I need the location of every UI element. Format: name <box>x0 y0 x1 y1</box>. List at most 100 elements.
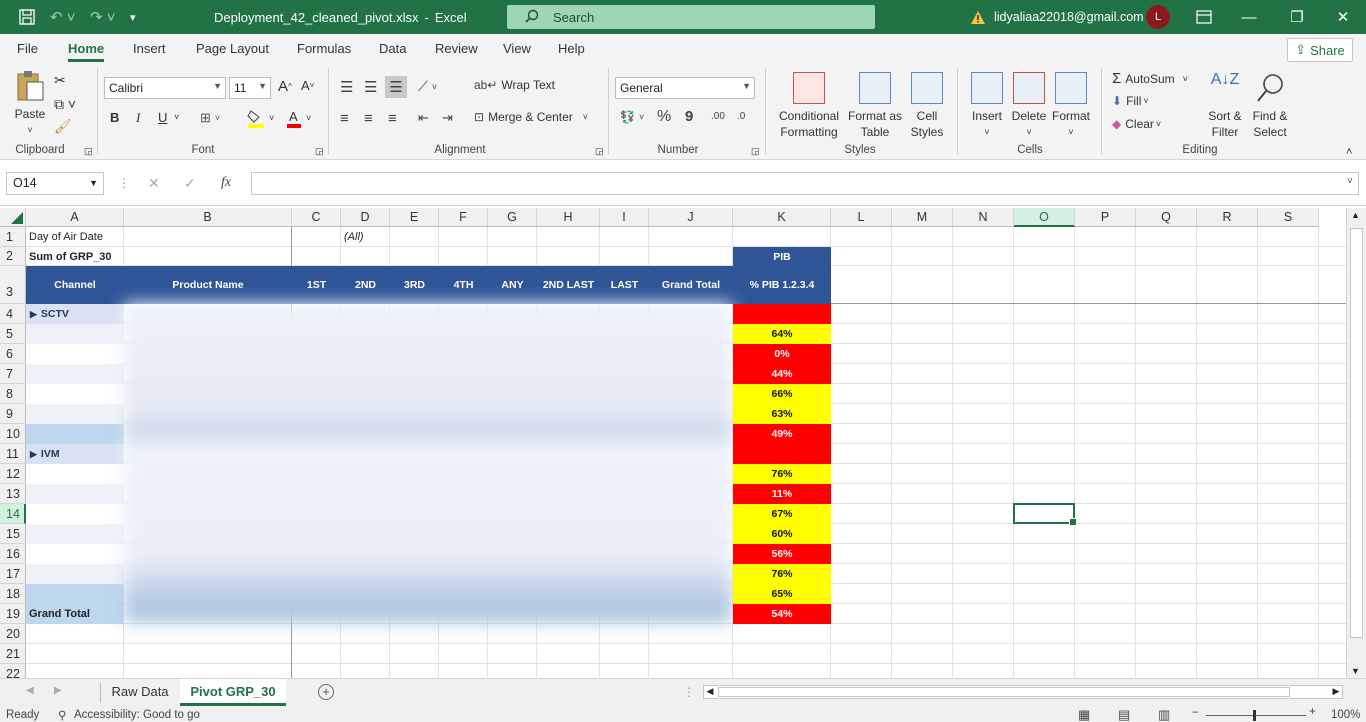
conditional-formatting-button[interactable]: Conditional Formatting <box>773 72 845 140</box>
horizontal-scroll-thumb[interactable] <box>718 687 1290 697</box>
cell-styles-button[interactable]: Cell Styles <box>905 72 949 140</box>
column-header-o[interactable]: O <box>1014 208 1075 227</box>
insert-cells-button[interactable]: Insert ˅ <box>967 72 1007 140</box>
row-header-11[interactable]: 11 <box>0 444 26 464</box>
row-header-6[interactable]: 6 <box>0 344 26 364</box>
scroll-up-icon[interactable]: ▲ <box>1351 210 1360 220</box>
align-top-icon[interactable]: ☰ <box>340 78 353 96</box>
decrease-indent-icon[interactable]: ⇤ <box>418 110 429 126</box>
font-color-icon[interactable]: A ˅ <box>286 108 311 128</box>
avatar[interactable]: L <box>1146 5 1170 29</box>
fill-color-icon[interactable]: ˅ <box>247 108 274 128</box>
accessibility-icon[interactable]: ⚲ <box>58 708 66 722</box>
format-painter-icon[interactable]: 🖌 <box>54 118 72 135</box>
decrease-font-icon[interactable]: A ˅ <box>301 78 314 93</box>
scroll-left-icon[interactable]: ◀ <box>704 685 716 699</box>
increase-decimal-button[interactable]: .00 <box>711 111 725 122</box>
column-header-e[interactable]: E <box>390 208 439 227</box>
name-box[interactable]: O14 ▼ <box>6 172 104 195</box>
scroll-right-icon[interactable]: ▶ <box>1330 685 1342 699</box>
column-header-c[interactable]: C <box>292 208 341 227</box>
tab-data[interactable]: Data <box>379 34 406 64</box>
customize-toolbar-icon[interactable]: ▾ <box>130 0 136 34</box>
clear-button[interactable]: ◆ Clear ˅ <box>1112 117 1161 131</box>
confirm-entry-icon[interactable]: ✓ <box>184 175 196 192</box>
row-header-12[interactable]: 12 <box>0 464 26 484</box>
row-header-19[interactable]: 19 <box>0 604 26 624</box>
fill-button[interactable]: ⬇ Fill ˅ <box>1112 94 1149 108</box>
scroll-thumb[interactable] <box>1350 228 1363 638</box>
row-header-18[interactable]: 18 <box>0 584 26 604</box>
font-size-combo[interactable]: 11 ▼ <box>229 77 271 99</box>
tab-review[interactable]: Review <box>435 34 478 64</box>
zoom-slider[interactable] <box>1206 715 1306 716</box>
insert-function-icon[interactable]: fx <box>221 175 231 191</box>
horizontal-scrollbar[interactable]: ◀ ▶ <box>703 685 1343 699</box>
row-header-1[interactable]: 1 <box>0 227 26 247</box>
number-format-combo[interactable]: General ▼ <box>615 77 755 99</box>
active-cell-selection[interactable] <box>1013 503 1077 526</box>
row-header-15[interactable]: 15 <box>0 524 26 544</box>
row-header-14[interactable]: 14 <box>0 504 26 524</box>
orientation-icon[interactable]: ⟋ ˅ <box>418 78 437 95</box>
paste-button[interactable]: Paste ˅ <box>10 70 50 138</box>
close-button[interactable]: ✕ <box>1320 0 1366 34</box>
column-header-j[interactable]: J <box>649 208 733 227</box>
row-header-16[interactable]: 16 <box>0 544 26 564</box>
tab-page-layout[interactable]: Page Layout <box>196 34 269 64</box>
merge-center-button[interactable]: ⊡ Merge & Center ˅ <box>474 110 588 124</box>
sheet-tab-pivot-grp-30[interactable]: Pivot GRP_30 <box>180 679 286 706</box>
align-middle-icon[interactable]: ☰ <box>364 78 377 96</box>
column-header-d[interactable]: D <box>341 208 390 227</box>
channel-group[interactable]: ▶ IVM <box>26 444 124 464</box>
formula-input[interactable] <box>251 172 1359 195</box>
font-name-combo[interactable]: Calibri ▼ <box>104 77 226 99</box>
undo-icon[interactable]: ↶ ˅ <box>50 0 76 34</box>
search-box[interactable]: Search <box>507 5 875 29</box>
row-header-22[interactable]: 22 <box>0 664 26 678</box>
decrease-decimal-button[interactable]: .0 <box>737 111 745 122</box>
row-header-2[interactable]: 2 <box>0 247 26 266</box>
tab-file[interactable]: File <box>17 34 38 64</box>
normal-view-icon[interactable]: ▦ <box>1078 707 1090 722</box>
sort-filter-button[interactable]: A↓Z Sort & Filter <box>1202 72 1248 140</box>
row-header-21[interactable]: 21 <box>0 644 26 664</box>
column-header-p[interactable]: P <box>1075 208 1136 227</box>
warning-icon[interactable] <box>970 0 986 34</box>
expand-icon[interactable]: ▶ <box>30 449 37 460</box>
column-header-r[interactable]: R <box>1197 208 1258 227</box>
worksheet-grid[interactable]: ABCDEFGHIJKLMNOPQRS 1 2 3 4 5 6 7 8 9 10 11 12 13 14 1… <box>0 208 1346 678</box>
align-center-icon[interactable]: ≡ <box>364 110 373 127</box>
row-header-8[interactable]: 8 <box>0 384 26 404</box>
minimize-button[interactable]: — <box>1226 0 1272 34</box>
save-icon[interactable] <box>18 0 36 34</box>
collapse-ribbon-icon[interactable]: ˄ <box>1346 146 1352 158</box>
comma-style-button[interactable]: 9 <box>685 108 693 125</box>
expand-icon[interactable]: ▶ <box>30 309 37 320</box>
column-header-n[interactable]: N <box>953 208 1014 227</box>
delete-cells-button[interactable]: Delete ˅ <box>1009 72 1049 140</box>
percent-style-button[interactable]: % <box>657 108 671 126</box>
zoom-level[interactable]: 100% <box>1331 709 1360 721</box>
row-header-17[interactable]: 17 <box>0 564 26 584</box>
column-header-b[interactable]: B <box>124 208 292 227</box>
format-cells-button[interactable]: Format ˅ <box>1050 72 1092 140</box>
column-header-f[interactable]: F <box>439 208 488 227</box>
row-header-7[interactable]: 7 <box>0 364 26 384</box>
column-header-g[interactable]: G <box>488 208 537 227</box>
zoom-in-icon[interactable]: + <box>1309 706 1316 718</box>
row-header-20[interactable]: 20 <box>0 624 26 644</box>
tab-home[interactable]: Home <box>68 34 105 64</box>
zoom-slider-thumb[interactable] <box>1253 710 1256 721</box>
underline-button[interactable]: U <box>158 110 167 125</box>
zoom-out-icon[interactable]: − <box>1192 707 1199 719</box>
redo-icon[interactable]: ↷ ˅ <box>90 0 116 34</box>
expand-formula-bar-icon[interactable]: ˅ <box>1347 176 1353 187</box>
column-header-q[interactable]: Q <box>1136 208 1197 227</box>
italic-button[interactable]: I <box>136 110 140 126</box>
tab-view[interactable]: View <box>503 34 531 64</box>
row-header-4[interactable]: 4 <box>0 304 26 324</box>
prev-sheet-icon[interactable]: ◀ <box>26 685 34 696</box>
cancel-entry-icon[interactable]: ✕ <box>148 175 160 192</box>
find-select-button[interactable]: Find & Select <box>1248 72 1292 140</box>
